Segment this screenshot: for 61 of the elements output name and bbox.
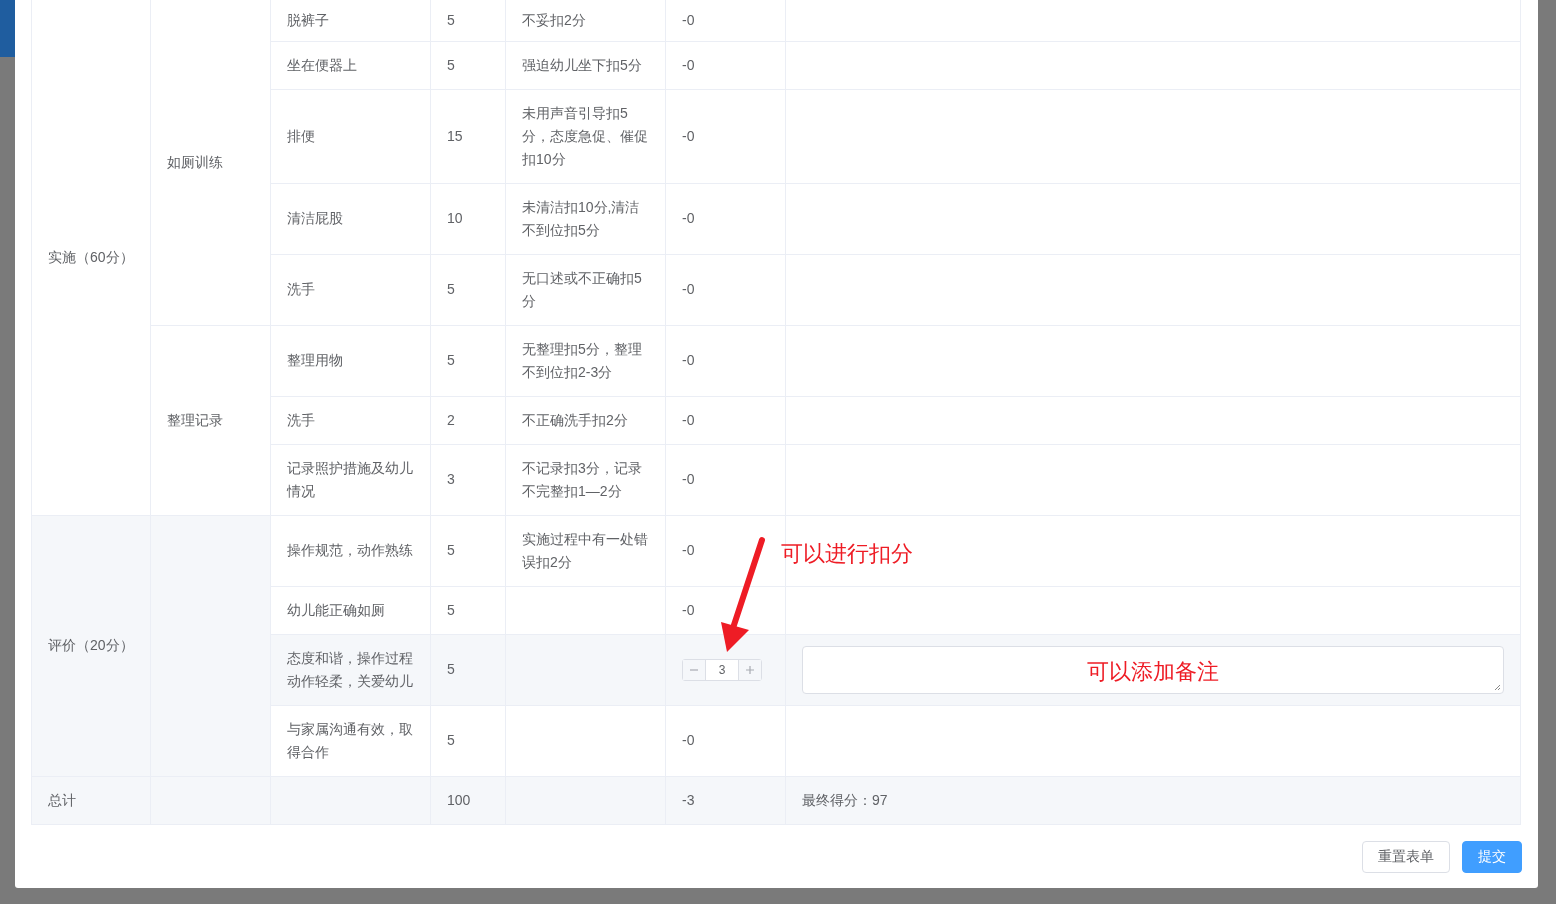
table-cell-text: 强迫幼儿坐下扣5分 (522, 55, 642, 75)
table-cell-text: 未用声音引导扣5分，态度急促、催促扣10分 (522, 103, 649, 169)
table-cell: 总计 (48, 791, 76, 808)
plus-icon[interactable] (738, 659, 761, 680)
table-cell: -0 (682, 542, 695, 558)
table-cell: 100 (447, 791, 471, 808)
table-cell-text: 整理用物 (287, 351, 343, 370)
table-cell: 5 (447, 661, 455, 677)
table-cell: -0 (682, 601, 695, 618)
table-cell: 5 (447, 11, 455, 28)
table-cell: -0 (682, 127, 695, 144)
annotation-text: 可以添加备注 (1087, 658, 1219, 685)
table-cell-text: 坐在便器上 (287, 55, 357, 75)
annotation-text: 可以进行扣分 (781, 540, 913, 568)
table-cell: 10 (447, 210, 463, 226)
table-cell: -0 (682, 471, 695, 487)
table-cell-text: 态度和谐，操作过程动作轻柔，关爱幼儿 (287, 648, 414, 691)
table-cell: 3 (447, 471, 455, 487)
resize-handle-icon[interactable] (1494, 683, 1501, 691)
table-cell: -3 (682, 791, 695, 808)
table-cell: 整理记录 (167, 411, 223, 428)
table-cell-text: 不正确洗手扣2分 (522, 410, 628, 430)
table-cell-text: 无整理扣5分，整理不到位扣2-3分 (522, 339, 643, 382)
table-cell: 5 (447, 601, 455, 618)
table-cell: -0 (682, 281, 695, 297)
table-cell-text: 操作规范，动作熟练 (287, 541, 413, 560)
table-cell: 如厕训练 (167, 153, 223, 170)
table-cell: -0 (682, 210, 695, 226)
remark-field[interactable]: 可以添加备注 (802, 645, 1504, 694)
table-cell: 5 (447, 281, 455, 297)
table-cell: 5 (447, 732, 455, 748)
table-cell: 5 (447, 352, 455, 368)
table-cell: 评价（20分） (48, 637, 134, 653)
table-cell-text: 与家属沟通有效，取得合作 (287, 719, 414, 762)
table-cell: 最终得分：97 (802, 791, 888, 808)
table-cell-text: 不妥扣2分 (522, 10, 586, 30)
table-cell-text: 清洁屁股 (287, 209, 343, 228)
minus-icon[interactable] (683, 659, 706, 680)
table-cell: 5 (447, 542, 455, 558)
table-cell-text: 不记录扣3分，记录不完整扣1—2分 (522, 458, 643, 501)
table-cell: 15 (447, 127, 463, 144)
table-cell-text: 脱裤子 (287, 10, 329, 30)
table-cell-text: 无口述或不正确扣5分 (522, 268, 643, 311)
table-cell: 5 (447, 56, 455, 73)
table-cell-text: 排便 (287, 126, 315, 146)
number-stepper[interactable]: 3 (682, 658, 762, 681)
reset-button[interactable]: 重置表单 (1362, 840, 1450, 873)
table-cell: -0 (682, 11, 695, 28)
table-cell-text: 洗手 (287, 280, 315, 299)
table-cell-text: 记录照护措施及幼儿情况 (287, 458, 414, 501)
table-cell: 实施（60分） (48, 248, 134, 265)
table-cell: -0 (682, 732, 695, 748)
table-cell-text: 实施过程中有一处错误扣2分 (522, 529, 649, 572)
table-cell-text: 未清洁扣10分,清洁不到位扣5分 (522, 197, 641, 240)
table-cell: 2 (447, 411, 455, 428)
table-cell: -0 (682, 411, 695, 428)
header-bar (0, 0, 15, 57)
table-cell: -0 (682, 56, 695, 73)
table-cell: -0 (682, 352, 695, 368)
table-cell-text: 洗手 (287, 410, 315, 430)
table-cell-text: 幼儿能正确如厕 (287, 600, 385, 620)
